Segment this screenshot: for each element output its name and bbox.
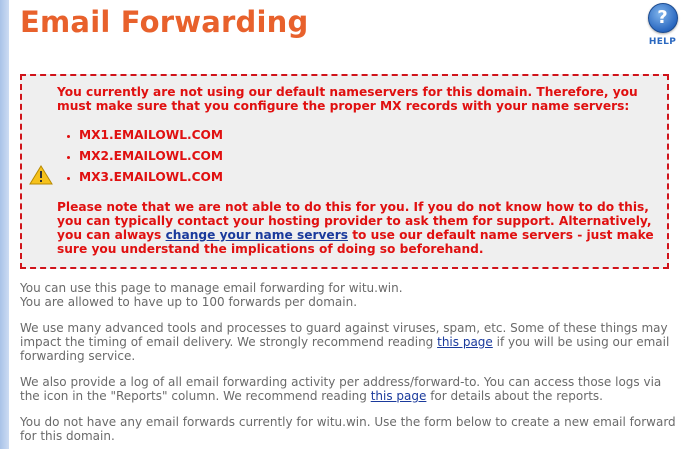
warning-triangle-icon <box>29 165 53 185</box>
timing-info-link[interactable]: this page <box>437 335 493 349</box>
help-label: HELP <box>648 37 677 47</box>
reports-text-end: for details about the reports. <box>426 389 603 403</box>
reports-info-link[interactable]: this page <box>371 389 427 403</box>
mx-record-item: MX3.EMAILOWL.COM <box>79 170 657 184</box>
change-name-servers-link[interactable]: change your name servers <box>166 228 348 242</box>
mx-record-item: MX2.EMAILOWL.COM <box>79 149 657 163</box>
warning-note: Please note that we are not able to do t… <box>57 200 657 256</box>
help-icon: ? <box>647 3 678 33</box>
forward-limit-line: You are allowed to have up to 100 forwar… <box>20 295 358 309</box>
info-paragraph-usage: You can use this page to manage email fo… <box>20 281 680 309</box>
mx-record-item: MX1.EMAILOWL.COM <box>79 128 657 142</box>
left-sidebar-strip <box>0 0 9 449</box>
warning-intro: You currently are not using our default … <box>57 85 638 113</box>
usage-line: You can use this page to manage email fo… <box>20 281 403 295</box>
mx-record-list: MX1.EMAILOWL.COM MX2.EMAILOWL.COM MX3.EM… <box>57 128 657 184</box>
info-paragraph-timing: We use many advanced tools and processes… <box>20 321 680 363</box>
warning-text: You currently are not using our default … <box>57 85 657 256</box>
help-button[interactable]: ? HELP <box>646 3 679 47</box>
info-paragraph-no-forwards: You do not have any email forwards curre… <box>20 415 676 443</box>
page-title: Email Forwarding <box>20 5 309 39</box>
nameserver-warning-box: You currently are not using our default … <box>20 74 669 269</box>
info-paragraph-reports: We also provide a log of all email forwa… <box>20 375 680 403</box>
